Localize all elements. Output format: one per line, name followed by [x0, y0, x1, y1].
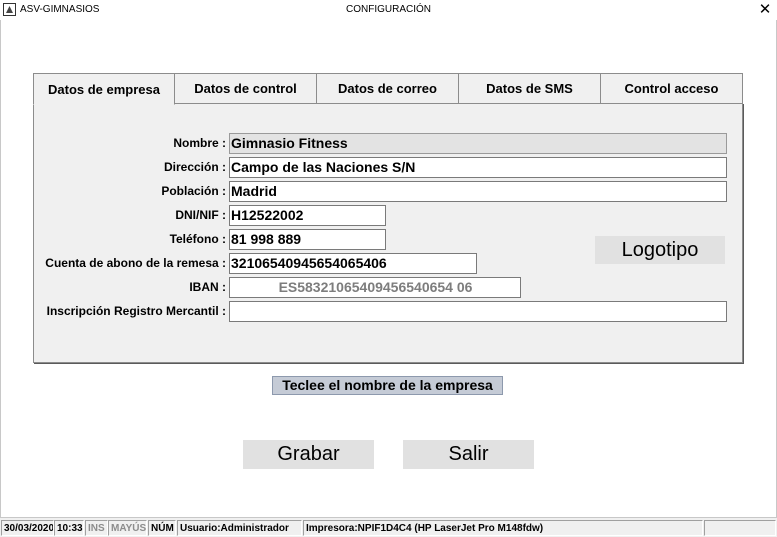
label-telefono: Teléfono :	[169, 232, 226, 246]
window-title: CONFIGURACIÓN	[346, 4, 431, 15]
tab-datos-empresa[interactable]: Datos de empresa	[33, 73, 175, 105]
status-date: 30/03/2020	[1, 520, 54, 536]
status-time: 10:33	[54, 520, 84, 536]
label-poblacion: Población :	[161, 184, 226, 198]
tab-datos-sms[interactable]: Datos de SMS	[458, 73, 601, 104]
exit-button[interactable]: Salir	[403, 440, 534, 469]
label-cuenta: Cuenta de abono de la remesa :	[45, 256, 226, 270]
label-direccion: Dirección :	[163, 160, 226, 174]
tab-datos-control[interactable]: Datos de control	[174, 73, 317, 104]
iban-field[interactable]: ES58321065409456540654 06	[229, 277, 521, 298]
status-printer: Impresora:NPIF1D4C4 (HP LaserJet Pro M14…	[303, 520, 703, 536]
label-registro: Inscripción Registro Mercantil :	[46, 304, 226, 318]
status-bar: 30/03/2020 10:33 INS MAYÚS NÚM Usuario:A…	[0, 517, 777, 537]
status-ins: INS	[85, 520, 108, 536]
tab-control-acceso[interactable]: Control acceso	[600, 73, 743, 104]
dni-field[interactable]: H12522002	[229, 205, 386, 226]
telefono-field[interactable]: 81 998 889	[229, 229, 386, 250]
logo-button[interactable]: Logotipo	[595, 236, 725, 264]
close-icon[interactable]: ✕	[756, 1, 774, 19]
poblacion-field[interactable]: Madrid	[229, 181, 727, 202]
tab-datos-correo[interactable]: Datos de correo	[316, 73, 459, 104]
status-caps: MAYÚS	[108, 520, 147, 536]
status-num: NÚM	[148, 520, 176, 536]
title-bar: ASV-GIMNASIOS CONFIGURACIÓN ✕	[0, 0, 777, 20]
registro-field[interactable]	[229, 301, 727, 322]
cuenta-field[interactable]: 32106540945654065406	[229, 253, 477, 274]
direccion-field[interactable]: Campo de las Naciones S/N	[229, 157, 727, 178]
save-button[interactable]: Grabar	[243, 440, 374, 469]
status-extra	[704, 520, 776, 536]
hint-message: Teclee el nombre de la empresa	[272, 376, 503, 395]
label-dni: DNI/NIF :	[175, 208, 226, 222]
label-iban: IBAN :	[189, 280, 226, 294]
label-nombre: Nombre :	[173, 136, 226, 150]
nombre-field[interactable]: Gimnasio Fitness	[229, 133, 727, 154]
status-user: Usuario:Administrador	[177, 520, 302, 536]
